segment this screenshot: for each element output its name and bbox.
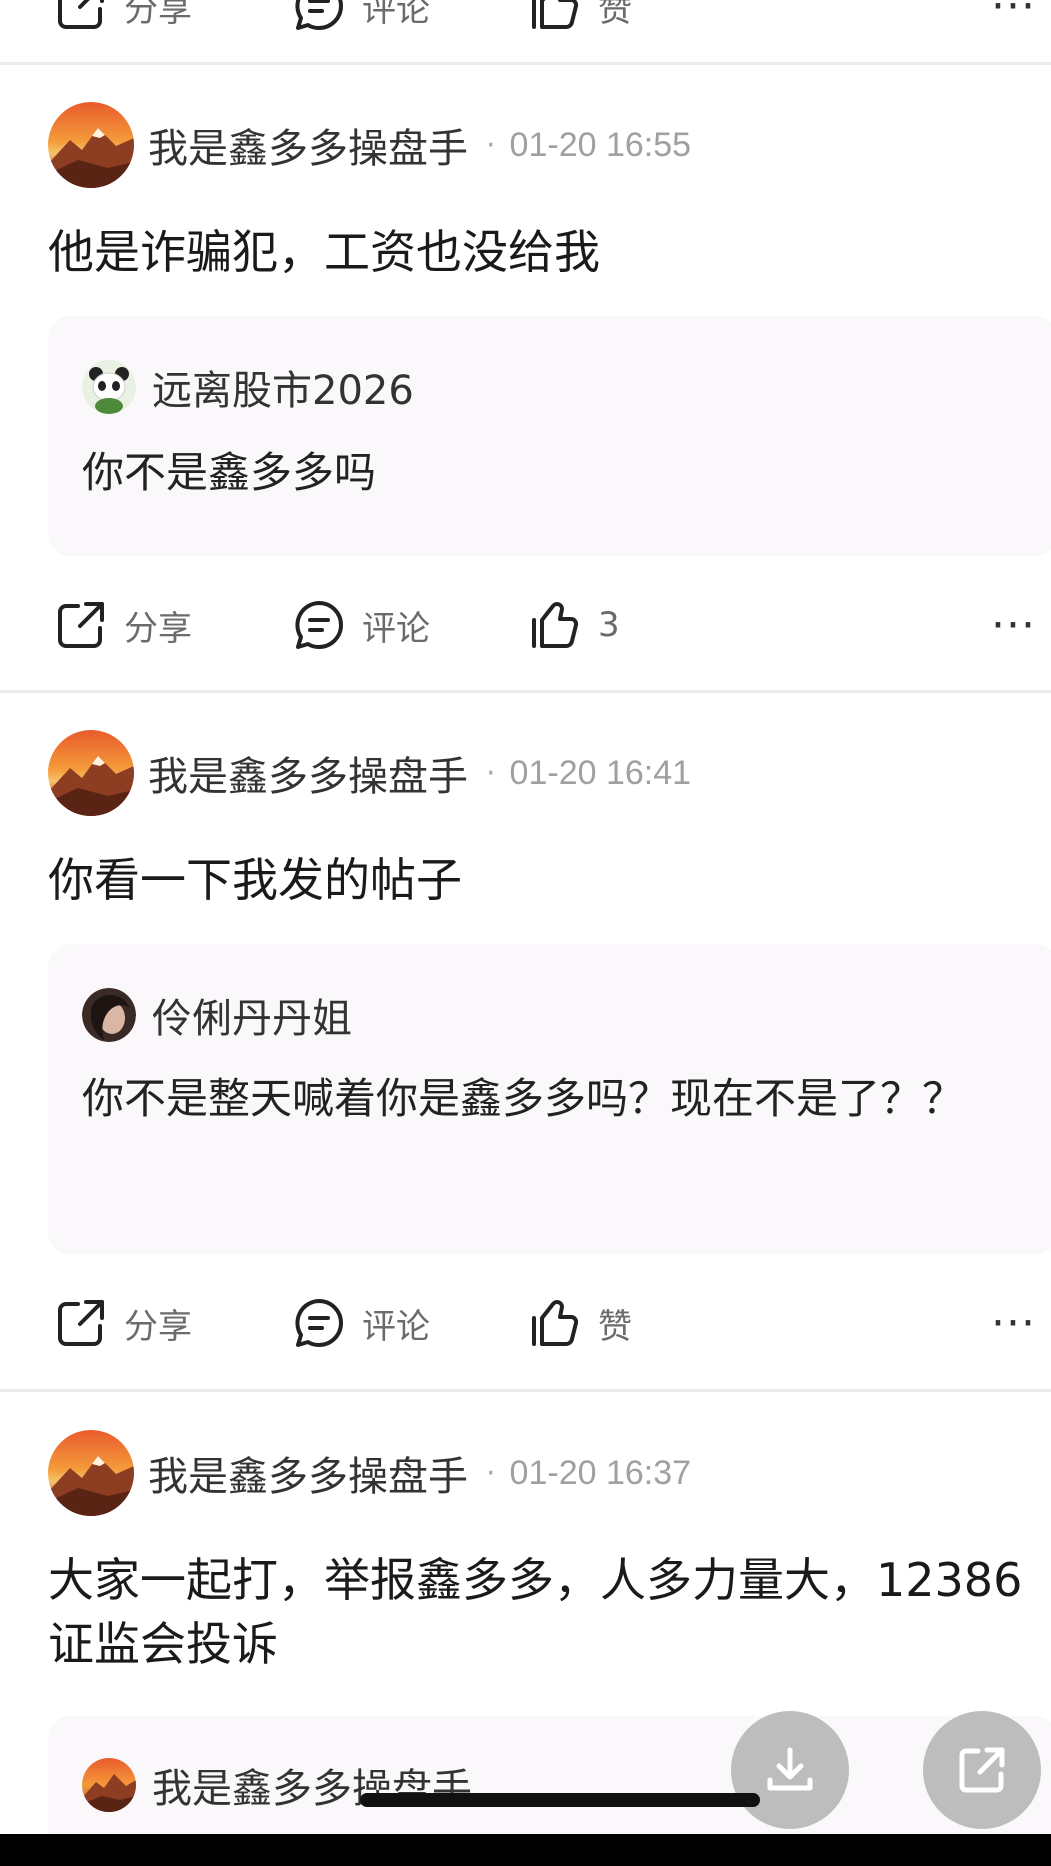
share-button[interactable]: 分享 bbox=[54, 1296, 192, 1350]
like-label: 赞 bbox=[598, 1306, 632, 1347]
action-bar: 分享 评论 3 ··· bbox=[0, 585, 1051, 665]
comment-icon bbox=[295, 1299, 343, 1347]
action-bar-top: 分享 评论 赞 ··· bbox=[0, 0, 1051, 46]
post-header: 我是鑫多多操盘手 · 01-20 16:41 bbox=[48, 730, 691, 816]
separator-dot: · bbox=[486, 1455, 496, 1491]
quote-text: 你不是整天喊着你是鑫多多吗？现在不是了？？ bbox=[82, 1074, 965, 1123]
post-text: 你看一下我发的帖子 bbox=[48, 853, 462, 907]
like-button[interactable]: 赞 bbox=[528, 1296, 632, 1350]
more-button[interactable]: ··· bbox=[991, 600, 1051, 651]
author-name[interactable]: 我是鑫多多操盘手 bbox=[148, 116, 468, 174]
share-label: 分享 bbox=[124, 1306, 192, 1347]
share-icon bbox=[58, 0, 104, 29]
separator-dot: · bbox=[486, 127, 496, 163]
external-share-icon bbox=[959, 1747, 1005, 1793]
more-button[interactable]: ··· bbox=[991, 1298, 1051, 1349]
mountain-avatar-icon[interactable] bbox=[48, 730, 134, 816]
comment-label: 评论 bbox=[362, 0, 430, 30]
post-header: 我是鑫多多操盘手 · 01-20 16:37 bbox=[48, 1430, 691, 1516]
quote-author-name[interactable]: 伶俐丹丹姐 bbox=[152, 986, 352, 1044]
quote-text: 你不是鑫多多吗 bbox=[82, 448, 377, 497]
share-icon bbox=[58, 1300, 104, 1346]
woman-avatar-icon[interactable] bbox=[82, 988, 136, 1042]
like-button[interactable]: 赞 bbox=[528, 0, 632, 33]
author-name[interactable]: 我是鑫多多操盘手 bbox=[148, 1444, 468, 1502]
post-time: 01-20 16:55 bbox=[509, 125, 692, 164]
thumbs-up-icon bbox=[532, 602, 579, 648]
home-indicator[interactable] bbox=[360, 1793, 760, 1807]
download-button[interactable] bbox=[731, 1711, 849, 1829]
comment-button[interactable]: 评论 bbox=[292, 598, 430, 652]
divider bbox=[0, 1389, 1051, 1392]
download-icon bbox=[767, 1747, 813, 1791]
mountain-avatar-icon[interactable] bbox=[82, 1758, 136, 1812]
comment-icon bbox=[295, 0, 343, 30]
panda-avatar-icon[interactable] bbox=[82, 360, 136, 414]
external-share-button[interactable] bbox=[923, 1711, 1041, 1829]
comment-feed-screen: 分享 评论 赞 ··· 我是鑫多多操盘手 · 01-20 16:55 他是诈骗犯… bbox=[0, 0, 1051, 1866]
mountain-avatar-icon[interactable] bbox=[48, 1430, 134, 1516]
quoted-comment[interactable]: 远离股市2026 你不是鑫多多吗 bbox=[48, 316, 1051, 556]
quoted-comment[interactable]: 伶俐丹丹姐 你不是整天喊着你是鑫多多吗？现在不是了？？ bbox=[48, 944, 1051, 1254]
separator-dot: · bbox=[486, 755, 496, 791]
divider bbox=[0, 690, 1051, 693]
more-icon: ··· bbox=[991, 599, 1036, 651]
more-icon: ··· bbox=[991, 0, 1036, 32]
like-count: 3 bbox=[598, 605, 620, 645]
post-time: 01-20 16:37 bbox=[509, 1453, 692, 1492]
comment-button[interactable]: 评论 bbox=[292, 0, 430, 33]
share-label: 分享 bbox=[124, 0, 192, 30]
quote-author-name[interactable]: 远离股市2026 bbox=[152, 358, 414, 416]
comment-button[interactable]: 评论 bbox=[292, 1296, 430, 1350]
post-header: 我是鑫多多操盘手 · 01-20 16:55 bbox=[48, 102, 691, 188]
comment-label: 评论 bbox=[362, 608, 430, 649]
author-name[interactable]: 我是鑫多多操盘手 bbox=[148, 744, 468, 802]
mountain-avatar-icon[interactable] bbox=[48, 102, 134, 188]
post-time: 01-20 16:41 bbox=[509, 753, 692, 792]
comment-label: 评论 bbox=[362, 1306, 430, 1347]
action-bar: 分享 评论 赞 ··· bbox=[0, 1283, 1051, 1363]
more-button[interactable]: ··· bbox=[991, 0, 1051, 32]
more-icon: ··· bbox=[991, 1297, 1036, 1349]
like-label: 赞 bbox=[598, 0, 632, 30]
quote-header: 伶俐丹丹姐 bbox=[82, 986, 352, 1044]
thumbs-up-icon bbox=[532, 0, 579, 29]
thumbs-up-icon bbox=[532, 1300, 579, 1346]
share-button[interactable]: 分享 bbox=[54, 598, 192, 652]
like-button[interactable]: 3 bbox=[528, 598, 620, 652]
share-button[interactable]: 分享 bbox=[54, 0, 192, 33]
post-text: 大家一起打，举报鑫多多，人多力量大，12386证监会投诉 bbox=[48, 1553, 1023, 1671]
share-label: 分享 bbox=[124, 608, 192, 649]
share-icon bbox=[58, 602, 104, 648]
quote-header: 远离股市2026 bbox=[82, 358, 414, 416]
comment-icon bbox=[295, 601, 343, 649]
divider bbox=[0, 62, 1051, 65]
system-bottom-bar bbox=[0, 1834, 1051, 1866]
post-text: 他是诈骗犯，工资也没给我 bbox=[48, 225, 600, 279]
